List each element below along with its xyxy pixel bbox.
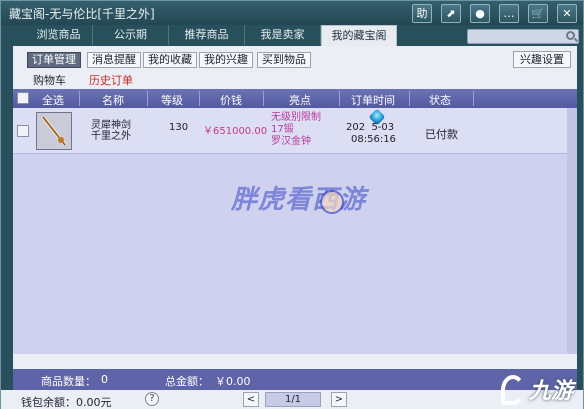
item-trait: 17锻: [271, 124, 294, 135]
count-value: 0: [101, 373, 108, 386]
tab-seller[interactable]: 我是卖家: [245, 25, 321, 45]
help-button[interactable]: ?: [145, 392, 159, 406]
watermark-avatar: [320, 190, 344, 214]
subtab-interests[interactable]: 我的兴趣: [199, 52, 253, 68]
item-name-line2: 千里之外: [91, 131, 131, 142]
order-time: 08:56:16: [351, 134, 396, 145]
header-divider: [263, 91, 264, 106]
close-icon[interactable]: ✕: [557, 4, 577, 23]
header-level: 等级: [161, 94, 183, 107]
tab-public[interactable]: 公示期: [93, 25, 169, 45]
subtab-orders[interactable]: 订单管理: [27, 52, 81, 68]
window-title: 藏宝阁-无与伦比[千里之外]: [9, 7, 155, 21]
row-checkbox[interactable]: [17, 125, 29, 137]
bottom-bar: 钱包余额：0.00元 ? < 1/1 >: [1, 390, 583, 409]
tab-recommended[interactable]: 推荐商品: [169, 25, 245, 45]
header-divider: [473, 91, 474, 106]
cart-icon[interactable]: 🛒: [528, 4, 548, 23]
item-trait: 无级别限制: [271, 112, 321, 123]
search-icon[interactable]: [566, 31, 575, 40]
sword-icon: [41, 115, 67, 147]
header-divider: [339, 91, 340, 106]
share-icon[interactable]: ⬈: [441, 4, 461, 23]
header-order-time: 订单时间: [351, 94, 395, 107]
header-price: 价钱: [220, 94, 242, 107]
subtab-favorites[interactable]: 我的收藏: [143, 52, 197, 68]
table-scrollbar[interactable]: [567, 108, 577, 354]
interest-settings-button[interactable]: 兴趣设置: [513, 51, 571, 68]
item-trait: 罗汉金钟: [271, 136, 311, 147]
item-level: 130: [169, 122, 189, 133]
page-indicator: 1/1: [265, 392, 321, 407]
item-price: ￥651000.00: [203, 126, 268, 137]
jiuyou-logo-icon: [501, 375, 525, 405]
jiuyou-logo: 九游: [529, 379, 574, 404]
tab-my-cangbaoge[interactable]: 我的藏宝阁: [321, 25, 397, 47]
history-orders-link[interactable]: 历史订单: [89, 72, 133, 88]
help-icon[interactable]: 助: [412, 4, 432, 23]
total-label: 总金额：: [165, 375, 209, 388]
next-page-button[interactable]: >: [331, 392, 347, 407]
summary-bar: 商品数量： 0 总金额： ￥0.00: [13, 369, 577, 390]
order-date: 202 5-03: [346, 122, 395, 133]
header-highlights: 亮点: [289, 94, 311, 107]
header-divider: [409, 91, 410, 106]
subtab-purchased[interactable]: 买到物品: [257, 52, 311, 68]
chat-icon[interactable]: …: [499, 4, 519, 23]
total-value: ￥0.00: [215, 375, 251, 388]
search-input[interactable]: [467, 29, 579, 44]
cart-link[interactable]: 购物车: [33, 72, 66, 88]
select-all-checkbox[interactable]: [17, 92, 29, 104]
wallet-balance: 钱包余额：0.00元: [21, 396, 112, 409]
title-bar: 藏宝阁-无与伦比[千里之外] 助 ⬈ ● … 🛒 ✕: [1, 1, 583, 25]
order-table-body: 灵犀神剑 千里之外 130 ￥651000.00 无级别限制 17锻 罗汉金钟 …: [13, 108, 577, 354]
header-status: 状态: [429, 94, 451, 107]
prev-page-button[interactable]: <: [243, 392, 259, 407]
watermark-text: 胖虎看西游: [231, 185, 367, 215]
count-label: 商品数量：: [41, 375, 96, 388]
header-divider: [199, 91, 200, 106]
header-divider: [79, 91, 80, 106]
tab-browse[interactable]: 浏览商品: [25, 25, 93, 45]
subtab-messages[interactable]: 消息提醒: [87, 52, 141, 68]
table-row[interactable]: 灵犀神剑 千里之外 130 ￥651000.00 无级别限制 17锻 罗汉金钟 …: [13, 108, 577, 154]
sword-thumbnail[interactable]: [36, 112, 72, 150]
cangbaoge-window: 藏宝阁-无与伦比[千里之外] 助 ⬈ ● … 🛒 ✕ 浏览商品 公示期 推荐商品…: [0, 0, 584, 409]
header-select-all[interactable]: 全选: [33, 92, 73, 108]
content-panel: 订单管理 消息提醒 我的收藏 我的兴趣 买到物品 兴趣设置 购物车 历史订单 全…: [13, 46, 577, 390]
header-name: 名称: [102, 94, 124, 107]
table-header: 全选 名称 等级 价钱 亮点 订单时间 状态: [13, 89, 577, 108]
record-icon[interactable]: ●: [470, 4, 490, 23]
order-status: 已付款: [425, 128, 458, 141]
header-divider: [147, 91, 148, 106]
